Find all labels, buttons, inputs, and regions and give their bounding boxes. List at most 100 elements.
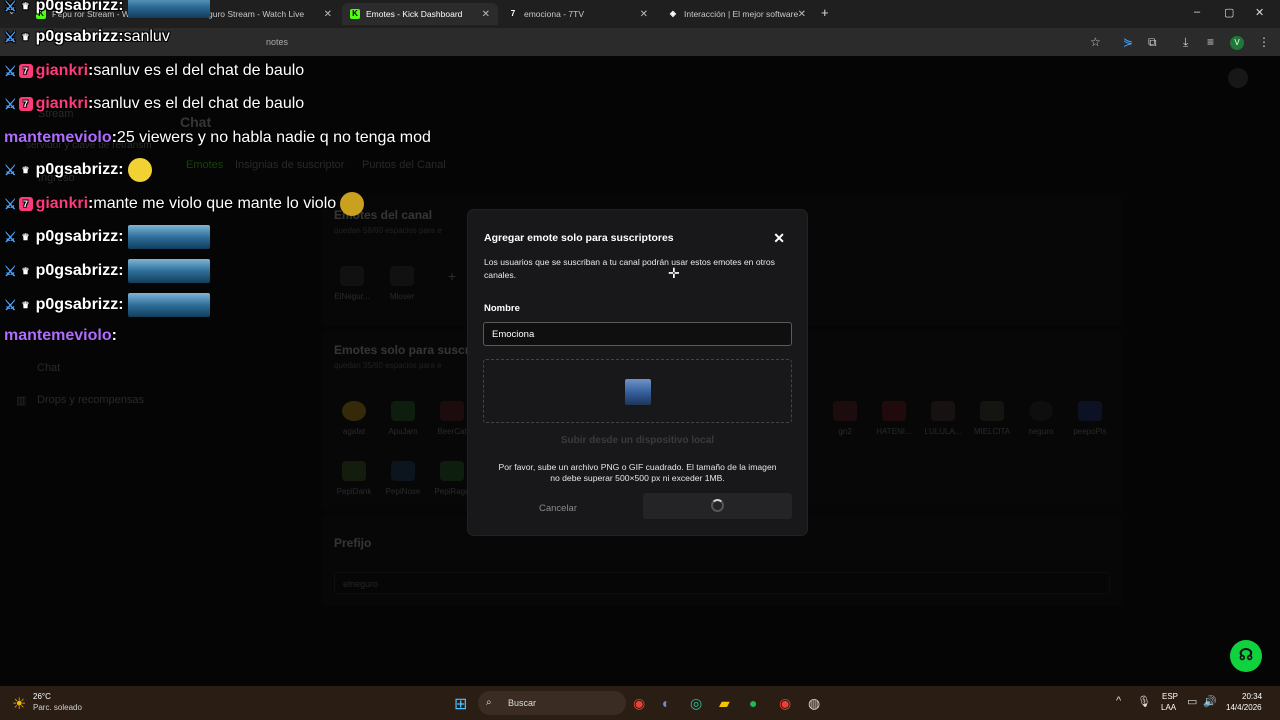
browser-toolbar: notes ☆ ⋟ ⧉ ⤓ ≡ V ⋮ (0, 28, 1280, 56)
mod-sword-icon: ⚔ (4, 228, 17, 245)
emote-preview-image (625, 379, 651, 405)
clock-date: 14/4/2026 (1226, 703, 1262, 712)
chat-message: mantemeviolo: (4, 327, 117, 344)
mod-sword-icon: ⚔ (4, 95, 17, 112)
sub-badge-icon: 7 (18, 97, 33, 111)
tray-chevron-icon[interactable]: ^ (1116, 695, 1121, 707)
upload-dropzone[interactable] (483, 359, 792, 423)
kick-favicon-icon: K (350, 9, 360, 19)
7tv-extension-icon[interactable]: ⋟ (1123, 35, 1133, 49)
chat-message: ⚔ ♛ p0gsabrizz: (4, 225, 210, 249)
sub-badge-icon: 7 (18, 197, 33, 211)
menu-icon[interactable]: ⋮ (1258, 35, 1270, 49)
close-icon[interactable]: ✕ (324, 9, 332, 20)
chat-username: p0gsabrizz (35, 228, 119, 245)
tab-kick-dashboard[interactable]: K Emotes - Kick Dashboard ✕ (342, 3, 498, 25)
weather-temp[interactable]: 26°C (33, 692, 51, 701)
chat-text: 25 viewers y no habla nadie q no tenga m… (116, 129, 431, 146)
minimize-icon[interactable]: – (1194, 6, 1200, 18)
bookmark-star-icon[interactable]: ☆ (1090, 35, 1101, 49)
address-bar[interactable]: notes (266, 37, 288, 47)
chat-username: giankri (35, 195, 89, 212)
explorer-icon[interactable]: ▰ (719, 695, 730, 712)
language-indicator[interactable]: ESP (1162, 692, 1178, 701)
chrome-icon[interactable]: ◉ (633, 695, 645, 712)
sub-badge-icon: ♛ (21, 266, 30, 276)
dialog-description: Los usuarios que se suscriban a tu canal… (484, 257, 775, 280)
mod-sword-icon: ⚔ (4, 0, 17, 14)
taskbar-search[interactable]: ⌕ Buscar (478, 691, 626, 715)
chat-username: p0gsabrizz (35, 0, 119, 14)
tab-label: guro Stream - Watch Live (208, 9, 305, 19)
media-controls-icon[interactable]: ≡ (1207, 35, 1214, 49)
emote-icon (340, 192, 365, 216)
edge-icon[interactable]: ◎ (690, 695, 702, 712)
spotify-icon[interactable]: ● (749, 695, 757, 711)
chat-message: ⚔ ♛ p0gsabrizz: (4, 0, 210, 18)
mod-sword-icon: ⚔ (4, 262, 17, 279)
dialog-title: Agregar emote solo para suscriptores (484, 232, 674, 244)
chat-username: p0gsabrizz (35, 28, 119, 45)
sub-badge-icon: 7 (18, 64, 33, 78)
new-tab-button[interactable]: + (821, 5, 829, 20)
cancel-button[interactable]: Cancelar (518, 498, 598, 518)
chat-message: mantemeviolo: 25 viewers y no habla nadi… (4, 129, 431, 146)
emote-name-input[interactable] (483, 322, 792, 346)
chat-message: ⚔ 7 giankri: mante me violo que mante lo … (4, 192, 365, 216)
chat-username: p0gsabrizz (35, 262, 119, 279)
sub-badge-icon: ♛ (21, 300, 30, 310)
windows-taskbar: ☀ 26°C Parc. soleado ⊞ ⌕ Buscar ◉ ◐ ◎ ▰ … (0, 686, 1280, 720)
tab-label: Interacción | El mejor software (684, 9, 799, 19)
support-chat-button[interactable]: ☊ (1230, 640, 1262, 672)
upload-local-button[interactable]: Subir desde un dispositivo local (468, 435, 807, 446)
submit-button[interactable] (643, 493, 792, 519)
tab-7tv[interactable]: 7 emociona - 7TV ✕ (500, 3, 656, 25)
sub-badge-icon: ♛ (21, 232, 30, 242)
tab-label: Emotes - Kick Dashboard (366, 9, 463, 19)
chrome-profile-icon[interactable]: ◉ (779, 695, 791, 712)
maximize-icon[interactable]: ▢ (1224, 6, 1234, 19)
clock-time[interactable]: 20:34 (1242, 692, 1262, 701)
chat-emote-image (127, 293, 210, 317)
chat-username: p0gsabrizz (35, 161, 119, 178)
tab-neguro-stream[interactable]: guro Stream - Watch Live ✕ (200, 3, 340, 25)
close-window-icon[interactable]: ✕ (1255, 6, 1264, 19)
close-icon[interactable]: ✕ (640, 9, 648, 20)
mod-sword-icon: ⚔ (4, 62, 17, 79)
chat-message: ⚔ ♛ p0gsabrizz: (4, 259, 210, 283)
start-icon[interactable]: ⊞ (454, 694, 467, 714)
sub-badge-icon: ♛ (21, 165, 30, 175)
extensions-icon[interactable]: ⧉ (1148, 35, 1157, 50)
volume-icon[interactable]: 🔊 (1203, 695, 1217, 708)
upload-help-text: Por favor, sube un archivo PNG o GIF cua… (498, 462, 777, 483)
close-icon[interactable]: ✕ (798, 9, 806, 20)
chat-username: mantemeviolo (4, 129, 112, 146)
loading-spinner-icon (711, 499, 724, 512)
add-sub-emote-dialog: Agregar emote solo para suscriptores ✕ L… (468, 210, 807, 535)
chat-text: mante me violo que mante lo violo (93, 195, 337, 212)
language-layout: LAA (1161, 703, 1177, 712)
tab-interaccion[interactable]: ◈ Interacción | El mejor software ✕ (660, 3, 814, 25)
obs-icon[interactable]: ◍ (808, 695, 820, 712)
search-label: Buscar (508, 698, 537, 708)
sub-badge-icon: ♛ (21, 32, 30, 42)
chat-message: ⚔ ♛ p0gsabrizz: sanluv (4, 28, 170, 45)
discord-icon[interactable]: ◐ (662, 695, 670, 711)
download-icon[interactable]: ⤓ (1183, 35, 1188, 50)
mod-sword-icon: ⚔ (4, 296, 17, 313)
chat-message: ⚔ 7 giankri: sanluv es el del chat de bau… (4, 62, 305, 79)
chat-username: mantemeviolo (4, 327, 112, 344)
close-icon[interactable]: ✕ (482, 9, 490, 20)
display-icon[interactable]: ▭ (1187, 695, 1197, 708)
profile-avatar[interactable]: V (1230, 36, 1244, 50)
chat-username: giankri (35, 62, 89, 79)
site-favicon-icon: ◈ (669, 9, 677, 18)
weather-desc: Parc. soleado (33, 703, 82, 712)
chat-message: ⚔ ♛ p0gsabrizz: (4, 158, 152, 182)
crosshair-cursor-icon: ✛ (668, 265, 680, 281)
search-icon: ⌕ (486, 697, 492, 708)
mod-sword-icon: ⚔ (4, 161, 17, 178)
close-dialog-button[interactable]: ✕ (773, 230, 785, 247)
microphone-icon[interactable]: 🎙 (1137, 695, 1151, 708)
chat-text: sanluv es el del chat de baulo (93, 62, 305, 79)
